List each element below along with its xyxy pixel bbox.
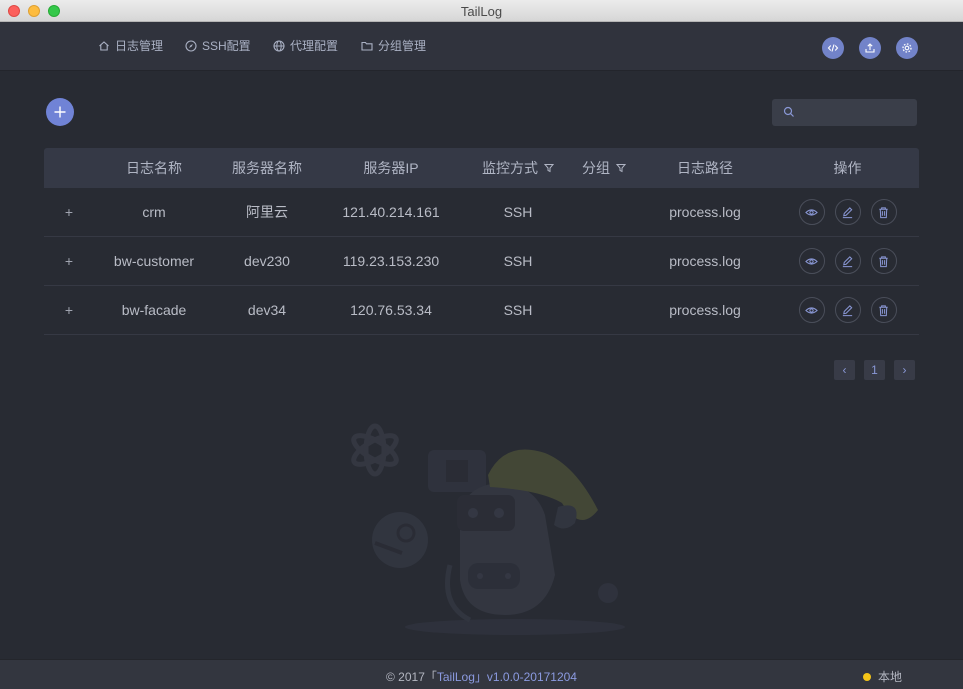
folder-icon — [361, 41, 373, 51]
copyright-text: © 2017「TailLog」v1.0.0-20171204 — [0, 668, 963, 685]
compass-icon — [185, 39, 197, 52]
pencil-icon — [842, 255, 853, 267]
brand-link[interactable]: TailLog — [437, 670, 475, 684]
nav-item-log-management[interactable]: 日志管理 — [98, 37, 163, 54]
filter-icon[interactable] — [616, 163, 626, 173]
add-log-button[interactable] — [46, 98, 74, 126]
delete-button[interactable] — [870, 297, 897, 323]
cell-log-name: bw-facade — [121, 302, 187, 318]
cell-log-name: crm — [142, 204, 166, 220]
column-header-label: 分组 — [582, 160, 610, 176]
window-titlebar: TailLog — [0, 0, 963, 22]
status-dot — [863, 672, 871, 681]
top-navbar: 日志管理 SSH配置 代理配置 分组管理 — [0, 22, 963, 71]
cell-monitor-method: SSH — [503, 253, 533, 269]
row-actions — [776, 199, 919, 225]
code-button[interactable] — [822, 37, 844, 59]
plus-icon — [54, 106, 66, 118]
home-icon — [99, 40, 109, 51]
cell-monitor-method: SSH — [503, 204, 533, 220]
edit-button[interactable] — [834, 297, 861, 323]
column-header-actions: 操作 — [833, 160, 862, 176]
filter-icon[interactable] — [544, 163, 554, 173]
column-header-server-ip: 服务器IP — [363, 160, 419, 176]
eye-icon — [805, 208, 818, 216]
column-header-group: 分组 — [574, 158, 634, 178]
cell-server-ip: 119.23.153.230 — [342, 253, 440, 269]
globe-icon — [273, 39, 285, 52]
view-button[interactable] — [798, 297, 825, 323]
delete-button[interactable] — [870, 248, 897, 274]
nav-item-label: 分组管理 — [378, 39, 427, 53]
nav-item-label: 日志管理 — [115, 39, 164, 53]
search-input[interactable] — [800, 103, 914, 124]
expand-row-button[interactable]: + — [44, 302, 94, 318]
nav-item-group-management[interactable]: 分组管理 — [361, 37, 426, 54]
eye-icon — [805, 257, 818, 265]
status-label: 本地 — [878, 670, 903, 684]
column-header-label: 监控方式 — [482, 160, 538, 176]
expand-row-button[interactable]: + — [44, 204, 94, 220]
cell-log-name: bw-customer — [113, 253, 195, 269]
nav-item-proxy-config[interactable]: 代理配置 — [273, 37, 338, 54]
code-icon — [827, 44, 839, 52]
row-actions — [776, 248, 919, 274]
footer-bar: © 2017「TailLog」v1.0.0-20171204 本地 — [0, 659, 963, 689]
table-row: + bw-customer dev230 119.23.153.230 SSH … — [44, 237, 919, 286]
prev-page-button[interactable]: ‹ — [834, 360, 855, 380]
connection-status: 本地 — [863, 668, 902, 685]
pencil-icon — [842, 304, 853, 316]
cell-server-ip: 120.76.53.34 — [350, 302, 432, 318]
view-button[interactable] — [798, 248, 825, 274]
window-title: TailLog — [460, 4, 503, 19]
edit-button[interactable] — [834, 199, 861, 225]
trash-icon — [879, 255, 888, 267]
cell-server-name: dev230 — [244, 253, 290, 269]
edit-button[interactable] — [834, 248, 861, 274]
column-header-server-name: 服务器名称 — [232, 160, 302, 176]
expand-row-button[interactable]: + — [44, 253, 94, 269]
eye-icon — [805, 306, 818, 314]
cell-log-path: process.log — [669, 253, 741, 269]
column-header-log-name: 日志名称 — [126, 160, 182, 176]
table-row: + crm 阿里云 121.40.214.161 SSH process.log — [44, 188, 919, 237]
view-button[interactable] — [798, 199, 825, 225]
search-icon — [783, 106, 794, 117]
cell-server-name: 阿里云 — [246, 204, 288, 220]
trash-icon — [879, 304, 888, 316]
settings-button[interactable] — [896, 37, 918, 59]
version-text: 」v1.0.0-20171204 — [474, 670, 577, 684]
table-row: + bw-facade dev34 120.76.53.34 SSH proce… — [44, 286, 919, 335]
upload-button[interactable] — [859, 37, 881, 59]
cell-monitor-method: SSH — [503, 302, 533, 318]
cell-server-name: dev34 — [247, 302, 287, 318]
row-actions — [776, 297, 919, 323]
table-header: 日志名称 服务器名称 服务器IP 监控方式 分组 日志路径 操作 — [44, 148, 919, 188]
column-header-monitor-method: 监控方式 — [462, 158, 574, 178]
column-header-log-path: 日志路径 — [677, 160, 733, 176]
copyright-prefix: © 2017「 — [386, 670, 437, 684]
pagination: ‹ 1 › — [834, 360, 915, 380]
nav-item-label: 代理配置 — [290, 39, 339, 53]
trash-icon — [879, 206, 888, 218]
upload-icon — [865, 43, 875, 53]
page-number-button[interactable]: 1 — [864, 360, 885, 380]
log-table: 日志名称 服务器名称 服务器IP 监控方式 分组 日志路径 操作 + crm 阿… — [44, 148, 919, 335]
search-box — [772, 99, 917, 126]
cell-log-path: process.log — [669, 204, 741, 220]
nav-item-ssh-config[interactable]: SSH配置 — [185, 37, 251, 54]
next-page-button[interactable]: › — [894, 360, 915, 380]
gear-icon — [902, 43, 912, 53]
pencil-icon — [842, 206, 853, 218]
mascot-illustration — [351, 423, 625, 635]
nav-item-label: SSH配置 — [202, 39, 251, 53]
delete-button[interactable] — [870, 199, 897, 225]
cell-log-path: process.log — [669, 302, 741, 318]
cell-server-ip: 121.40.214.161 — [342, 204, 440, 220]
